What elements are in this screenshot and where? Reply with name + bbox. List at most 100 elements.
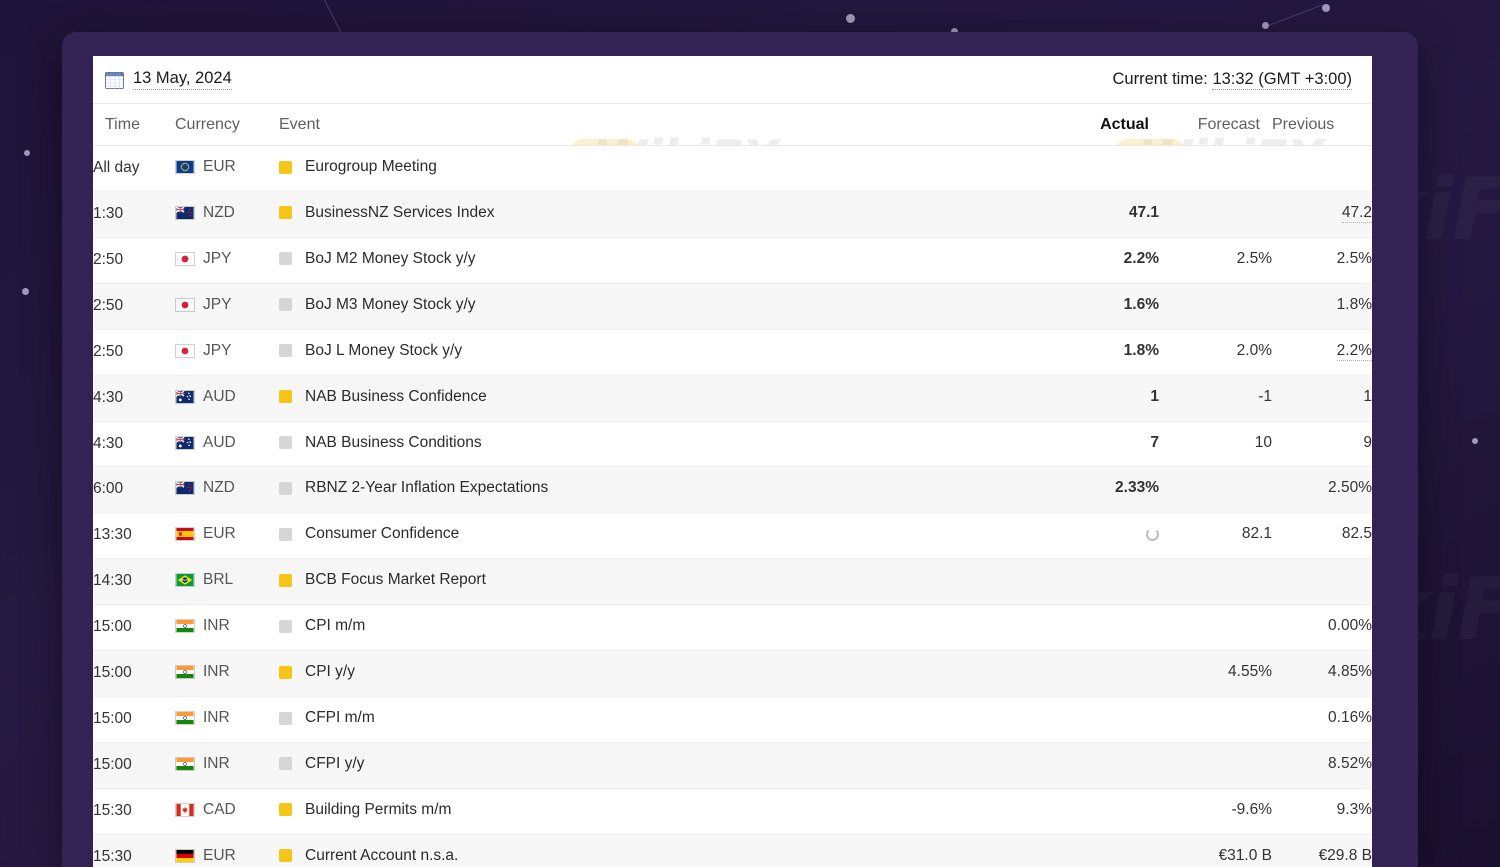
event-name[interactable]: CFPI y/y xyxy=(305,755,364,773)
event-name[interactable]: CPI m/m xyxy=(305,617,365,635)
currency-code: EUR xyxy=(203,158,236,175)
column-header-time[interactable]: Time xyxy=(93,104,175,146)
actual-cell xyxy=(1049,742,1159,789)
currency-code: AUD xyxy=(203,387,236,405)
table-row[interactable]: 15:00 INR CFPI m/m 0.16% xyxy=(93,696,1372,743)
event-cell[interactable]: Consumer Confidence xyxy=(279,512,1049,560)
flag-au-icon xyxy=(175,435,195,450)
previous-value: 1.8% xyxy=(1336,295,1372,313)
actual-value: 7 xyxy=(1150,433,1159,451)
table-row[interactable]: 15:30 EUR Current Account n.s.a. €31.0 B €29… xyxy=(93,834,1372,867)
forecast-cell xyxy=(1159,191,1272,238)
event-cell[interactable]: Eurogroup Meeting xyxy=(279,145,1049,192)
selected-date[interactable]: 13 May, 2024 xyxy=(133,69,232,90)
flag-in-icon xyxy=(175,756,195,771)
table-row[interactable]: 15:30 CAD Building Permits m/m -9.6% 9.3% xyxy=(93,788,1372,835)
forecast-value: 2.5% xyxy=(1236,249,1272,267)
impact-low-indicator-icon xyxy=(279,711,292,725)
table-row[interactable]: 14:30 BRL BCB Focus Market Report xyxy=(93,558,1372,606)
event-cell[interactable]: CPI m/m xyxy=(279,604,1049,652)
calendar-toolbar: 13 May, 2024 Current time: 13:32 (GMT +3… xyxy=(93,56,1372,104)
column-header-currency[interactable]: Currency xyxy=(175,104,279,146)
event-name[interactable]: RBNZ 2-Year Inflation Expectations xyxy=(305,479,548,497)
flag-in-icon xyxy=(175,711,195,726)
event-name[interactable]: BoJ L Money Stock y/y xyxy=(305,342,462,360)
currency-code: JPY xyxy=(203,341,232,359)
impact-medium-indicator-icon xyxy=(279,160,292,174)
currency-code: INR xyxy=(203,709,230,727)
event-name[interactable]: Current Account n.s.a. xyxy=(305,847,458,865)
flag-nz-icon xyxy=(175,205,195,220)
previous-value: 0.16% xyxy=(1328,709,1372,727)
table-row[interactable]: 1:30 NZD BusinessNZ Services Index 47.1 47.2 xyxy=(93,191,1372,238)
actual-cell: 1 xyxy=(1049,375,1159,422)
event-currency: INR xyxy=(175,604,279,652)
event-name[interactable]: Eurogroup Meeting xyxy=(305,158,437,176)
previous-value-revised[interactable]: 2.2% xyxy=(1336,341,1372,361)
event-cell[interactable]: CFPI m/m xyxy=(279,696,1049,743)
previous-value-revised[interactable]: 47.2 xyxy=(1341,203,1372,223)
event-cell[interactable]: CPI y/y xyxy=(279,650,1049,698)
column-header-event[interactable]: Event xyxy=(279,104,1049,146)
app-window: WikiFX WikiFX WikiFX WikiFX WikiFX WikiF… xyxy=(62,32,1418,867)
event-time: 2:50 xyxy=(93,283,175,330)
table-row[interactable]: 15:00 INR CPI m/m 0.00% xyxy=(93,604,1372,652)
currency-code: CAD xyxy=(203,800,236,818)
event-cell[interactable]: BoJ M3 Money Stock y/y xyxy=(279,283,1049,330)
previous-value: 4.85% xyxy=(1328,663,1372,681)
forecast-value: €31.0 B xyxy=(1218,846,1272,864)
event-name[interactable]: CPI y/y xyxy=(305,663,355,681)
table-row[interactable]: 6:00 NZD RBNZ 2-Year Inflation Expectation… xyxy=(93,466,1372,514)
previous-cell: 1 xyxy=(1272,375,1372,422)
event-cell[interactable]: CFPI y/y xyxy=(279,742,1049,789)
event-name[interactable]: Building Permits m/m xyxy=(305,801,451,819)
event-name[interactable]: NAB Business Confidence xyxy=(305,388,487,406)
event-cell[interactable]: BusinessNZ Services Index xyxy=(279,191,1049,238)
event-time: 15:00 xyxy=(93,696,175,743)
forecast-cell: 2.5% xyxy=(1159,237,1272,284)
column-header-forecast[interactable]: Forecast xyxy=(1159,104,1272,146)
column-header-actual[interactable]: Actual xyxy=(1049,104,1159,146)
flag-jp-icon xyxy=(175,251,195,266)
event-name[interactable]: BoJ M2 Money Stock y/y xyxy=(305,250,476,268)
date-picker[interactable]: 13 May, 2024 xyxy=(105,69,232,90)
table-row[interactable]: 2:50 JPY BoJ L Money Stock y/y 1.8% 2.0% 2.2% xyxy=(93,329,1372,376)
forecast-value: 82.1 xyxy=(1241,525,1272,543)
event-name[interactable]: BusinessNZ Services Index xyxy=(305,204,495,222)
table-row[interactable]: 2:50 JPY BoJ M3 Money Stock y/y 1.6% 1.8% xyxy=(93,283,1372,330)
event-cell[interactable]: NAB Business Confidence xyxy=(279,375,1049,422)
event-cell[interactable]: Building Permits m/m xyxy=(279,788,1049,835)
table-row[interactable]: 15:00 INR CFPI y/y 8.52% xyxy=(93,742,1372,789)
table-header-row: Time Currency Event Actual Forecast Prev… xyxy=(93,104,1372,146)
current-time-value[interactable]: 13:32 (GMT +3:00) xyxy=(1212,70,1352,90)
forecast-cell: 2.0% xyxy=(1159,329,1272,376)
table-row[interactable]: 4:30 AUD NAB Business Confidence 1 -1 1 xyxy=(93,375,1372,422)
event-cell[interactable]: Current Account n.s.a. xyxy=(279,834,1049,867)
previous-cell: 0.16% xyxy=(1272,696,1372,743)
table-row[interactable]: 15:00 INR CPI y/y 4.55% 4.85% xyxy=(93,650,1372,698)
previous-cell: 8.52% xyxy=(1272,742,1372,789)
event-cell[interactable]: BoJ M2 Money Stock y/y xyxy=(279,237,1049,284)
column-header-previous[interactable]: Previous xyxy=(1272,104,1372,146)
event-cell[interactable]: RBNZ 2-Year Inflation Expectations xyxy=(279,466,1049,514)
event-cell[interactable]: BoJ L Money Stock y/y xyxy=(279,329,1049,376)
event-name[interactable]: Consumer Confidence xyxy=(305,525,459,543)
currency-code: INR xyxy=(203,617,230,635)
event-cell[interactable]: BCB Focus Market Report xyxy=(279,558,1049,606)
event-name[interactable]: BCB Focus Market Report xyxy=(305,571,486,589)
actual-value: 1.6% xyxy=(1123,295,1159,313)
impact-medium-indicator-icon xyxy=(279,573,292,587)
actual-cell xyxy=(1049,650,1159,698)
table-row[interactable]: 13:30 EUR Consumer Confidence 82.1 82.5 xyxy=(93,512,1372,560)
impact-low-indicator-icon xyxy=(279,252,292,266)
event-time: 15:00 xyxy=(93,604,175,652)
event-currency: CAD xyxy=(175,788,279,835)
event-cell[interactable]: NAB Business Conditions xyxy=(279,421,1049,468)
currency-code: BRL xyxy=(203,571,234,589)
table-row[interactable]: All day EUR Eurogroup Meeting xyxy=(93,145,1372,192)
table-row[interactable]: 2:50 JPY BoJ M2 Money Stock y/y 2.2% 2.5% 2.5… xyxy=(93,237,1372,284)
event-name[interactable]: NAB Business Conditions xyxy=(305,434,482,452)
table-row[interactable]: 4:30 AUD NAB Business Conditions 7 10 9 xyxy=(93,421,1372,468)
event-name[interactable]: BoJ M3 Money Stock y/y xyxy=(305,296,476,314)
event-name[interactable]: CFPI m/m xyxy=(305,709,375,727)
